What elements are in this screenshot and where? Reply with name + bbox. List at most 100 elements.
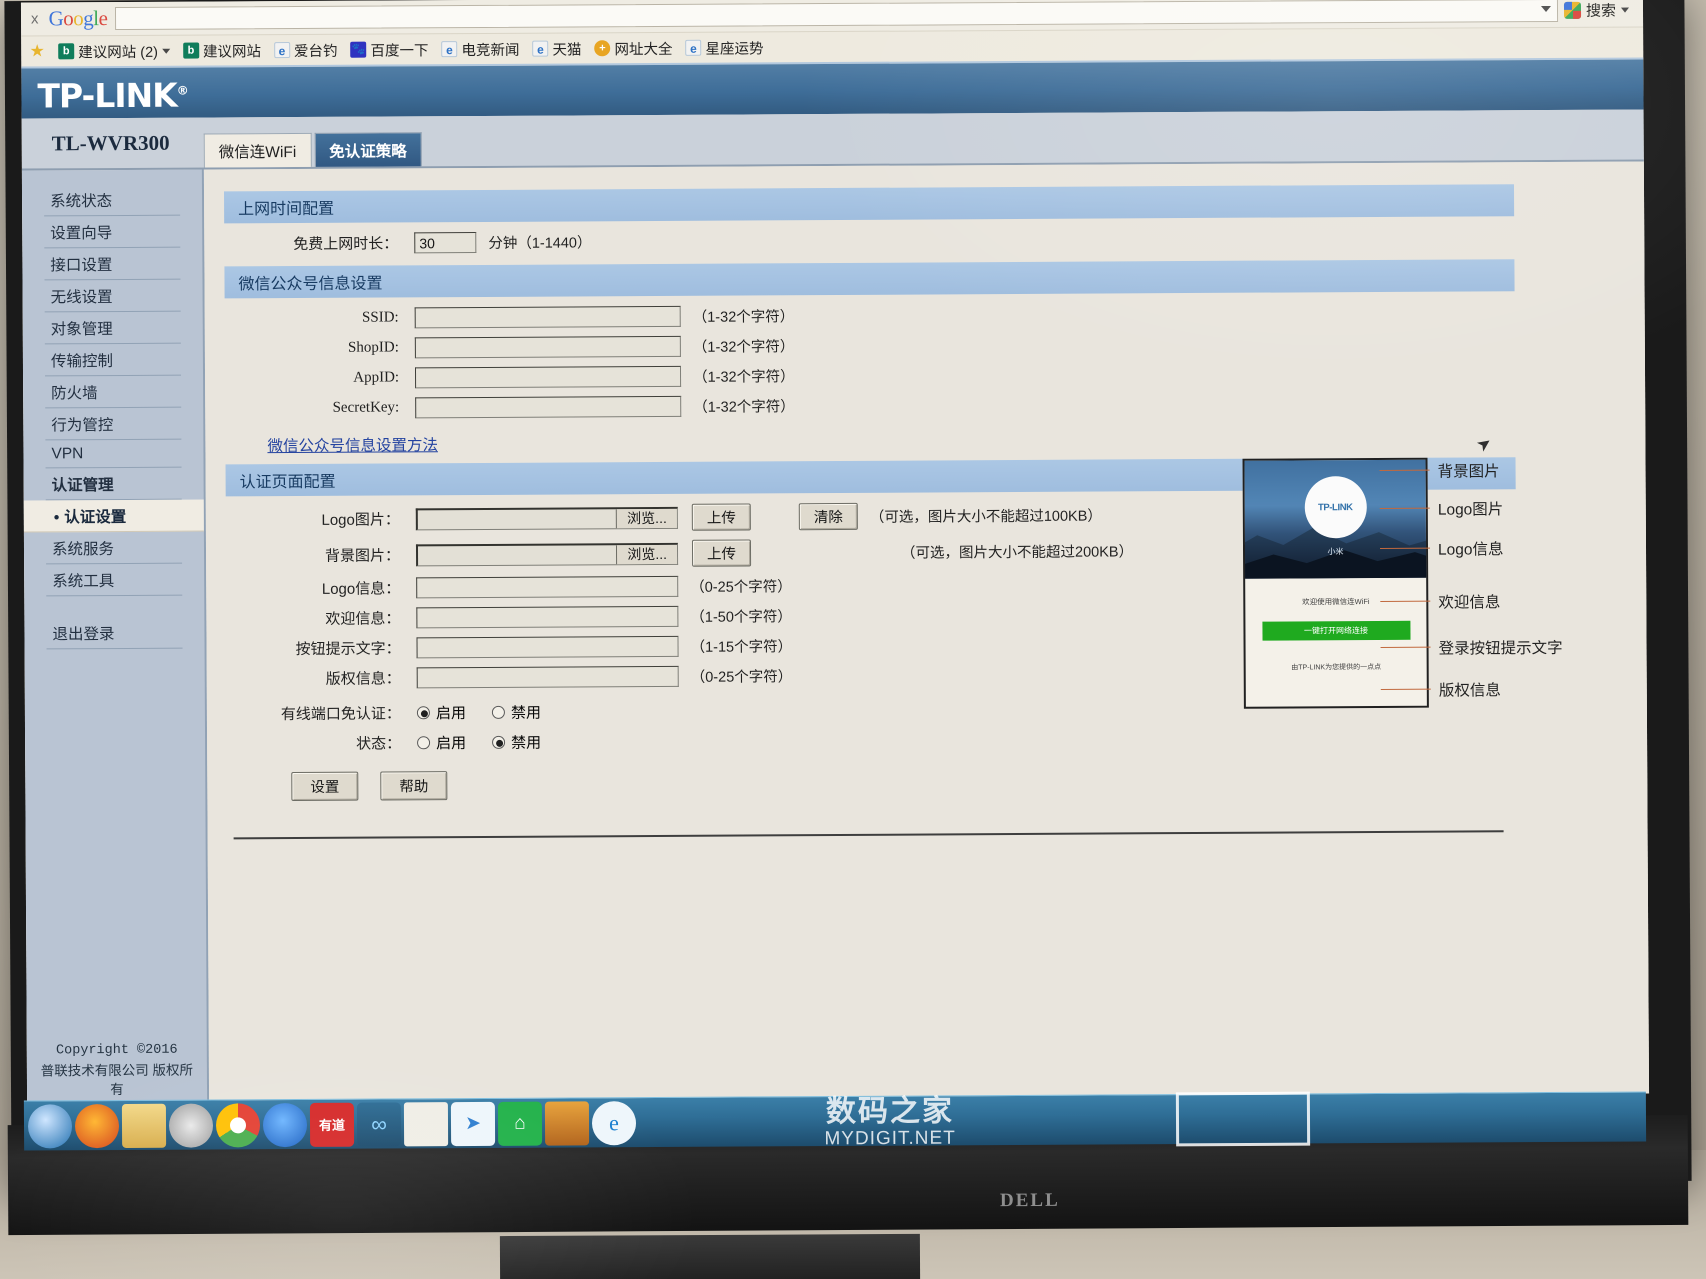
status-enable-label: 启用 xyxy=(436,735,467,753)
sidebar-item-transmission-control[interactable]: 传输控制 xyxy=(44,343,182,377)
wired-free-auth-label: 有线端口免认证： xyxy=(280,705,401,724)
clear-button[interactable]: 清除 xyxy=(798,502,858,531)
sidebar-item-system-tools[interactable]: 系统工具 xyxy=(46,563,183,597)
appid-input[interactable] xyxy=(414,365,682,389)
document-icon[interactable] xyxy=(403,1101,449,1146)
bird-icon[interactable]: ➤ xyxy=(450,1101,496,1146)
watermark-cn: 数码之家 xyxy=(825,1094,955,1129)
sidebar-item-wireless-settings[interactable]: 无线设置 xyxy=(44,279,181,313)
submit-button[interactable]: 设置 xyxy=(291,771,359,802)
form-row-appid: AppID: （1-32个字符） xyxy=(225,361,1625,390)
sidebar-item-behavior-control[interactable]: 行为管控 xyxy=(45,407,182,441)
ssid-input[interactable] xyxy=(414,305,681,329)
close-icon[interactable]: x xyxy=(31,10,39,27)
logo-info-input[interactable] xyxy=(416,575,679,599)
preview-logo-image: TP-LINK xyxy=(1304,476,1367,539)
snip-icon[interactable] xyxy=(168,1102,214,1148)
star-icon[interactable]: ★ xyxy=(29,41,45,60)
appid-label: AppID: xyxy=(353,369,400,386)
sidebar-item-system-status[interactable]: 系统状态 xyxy=(43,183,181,217)
house-icon[interactable]: ⌂ xyxy=(497,1101,543,1146)
wired-disable-radio[interactable]: 禁用 xyxy=(491,702,541,723)
bookmark-item[interactable]: 🐾 百度一下 xyxy=(350,39,429,60)
free-duration-input[interactable] xyxy=(414,231,477,254)
status-disable-radio[interactable]: 禁用 xyxy=(492,732,541,753)
ie-icon: e xyxy=(685,39,702,56)
watermark: 数码之家 MYDIGIT.NET xyxy=(760,1085,1020,1150)
blue-drop-icon[interactable] xyxy=(262,1102,308,1147)
sidebar-item-vpn[interactable]: VPN xyxy=(45,439,182,469)
preview-background-image: TP-LINK 小米 xyxy=(1244,459,1427,579)
tab-list: 微信连WiFi 免认证策略 xyxy=(203,132,425,168)
annotation-welcome-info: 欢迎信息 xyxy=(1438,590,1500,612)
status-enable-radio[interactable]: 启用 xyxy=(417,732,466,753)
chevron-down-icon[interactable] xyxy=(1620,7,1630,13)
shopid-hint: （1-32个字符） xyxy=(692,339,795,356)
sidebar-item-auth-management[interactable]: 认证管理 xyxy=(45,467,182,501)
wired-enable-radio[interactable]: 启用 xyxy=(416,702,466,723)
flower-icon[interactable]: ∞ xyxy=(356,1101,402,1147)
media-icon[interactable] xyxy=(544,1100,590,1146)
sidebar-item-object-management[interactable]: 对象管理 xyxy=(44,311,181,345)
welcome-info-input[interactable] xyxy=(416,605,679,629)
search-button-label: 搜索 xyxy=(1585,2,1617,20)
preview-annotations: 背景图片 Logo图片 Logo信息 欢迎信息 登录按钮提示文字 版权信息 xyxy=(1438,457,1629,708)
search-button[interactable]: 搜索 xyxy=(1563,0,1637,21)
sidebar-item-auth-settings[interactable]: 认证设置 xyxy=(23,499,204,533)
button-text-input[interactable] xyxy=(416,635,679,659)
logo-browse-button[interactable]: 浏览... xyxy=(616,508,677,528)
bookmark-item[interactable]: + 网址大全 xyxy=(594,37,673,58)
chevron-down-icon[interactable] xyxy=(161,48,170,54)
start-icon[interactable] xyxy=(27,1103,73,1149)
bing-icon: b xyxy=(58,43,75,60)
bg-browse-button[interactable]: 浏览... xyxy=(616,544,678,564)
logo-image-label: Logo图片： xyxy=(321,511,400,529)
bg-size-hint: （可选，图片大小不能超过200KB） xyxy=(900,544,1134,562)
search-input[interactable] xyxy=(115,0,1559,31)
bookmark-item[interactable]: b 建议网站 xyxy=(182,40,261,61)
tab-wechat-wifi[interactable]: 微信连WiFi xyxy=(203,132,312,168)
sidebar-item-setup-wizard[interactable]: 设置向导 xyxy=(44,215,181,249)
bookmark-label: 电竞新闻 xyxy=(461,42,520,59)
chrome-icon[interactable] xyxy=(215,1102,261,1147)
main-content: 上网时间配置 免费上网时长： 分钟（1-1440） 微信公众号信息设置 SSID… xyxy=(203,161,1650,1103)
annotation-background-image: 背景图片 xyxy=(1438,459,1500,481)
wechat-help-link[interactable]: 微信公众号信息设置方法 xyxy=(267,433,438,456)
logo-file-input[interactable]: 浏览... xyxy=(415,506,678,530)
shopid-input[interactable] xyxy=(414,335,681,359)
chevron-down-icon[interactable] xyxy=(1540,5,1552,13)
bookmark-label: 建议网站 (2) xyxy=(78,44,159,61)
bing-icon: b xyxy=(182,42,200,59)
logo-upload-button[interactable]: 上传 xyxy=(691,503,751,531)
form-row-secretkey: SecretKey: （1-32个字符） xyxy=(225,391,1625,420)
bookmark-item[interactable]: e 电竞新闻 xyxy=(441,38,520,59)
help-button[interactable]: 帮助 xyxy=(380,771,448,801)
copyright-line-2: 普联技术有限公司 版权所 xyxy=(40,1062,194,1079)
monitor-brand-label: DELL xyxy=(999,1189,1060,1212)
copyright-info-hint: （0-25个字符） xyxy=(690,669,793,686)
secretkey-hint: （1-32个字符） xyxy=(693,399,795,416)
explorer-icon[interactable] xyxy=(121,1103,167,1148)
copyright-info-input[interactable] xyxy=(416,665,679,689)
bg-upload-button[interactable]: 上传 xyxy=(691,539,752,567)
form-row-free-duration: 免费上网时长： 分钟（1-1440） xyxy=(224,226,1624,255)
sidebar-item-interface-settings[interactable]: 接口设置 xyxy=(44,247,181,281)
youdao-icon[interactable]: 有道 xyxy=(309,1102,355,1147)
divider xyxy=(233,830,1504,840)
tab-free-auth-policy[interactable]: 免认证策略 xyxy=(314,132,422,167)
firefox-icon[interactable] xyxy=(74,1103,120,1148)
bookmark-item[interactable]: e 星座运势 xyxy=(685,37,764,58)
secretkey-input[interactable] xyxy=(415,395,682,419)
free-duration-label: 免费上网时长： xyxy=(293,235,399,254)
sidebar-item-firewall[interactable]: 防火墙 xyxy=(45,375,182,409)
ie-icon[interactable]: e xyxy=(591,1100,637,1145)
sidebar-item-system-service[interactable]: 系统服务 xyxy=(45,531,183,565)
bg-file-input[interactable]: 浏览... xyxy=(415,542,679,566)
button-text-hint: （1-15个字符） xyxy=(690,639,793,656)
bookmark-item[interactable]: b 建议网站 (2) xyxy=(58,40,170,62)
watermark-en: MYDIGIT.NET xyxy=(824,1127,956,1150)
sidebar-item-logout[interactable]: 退出登录 xyxy=(46,617,183,650)
bookmark-item[interactable]: e 爱台钓 xyxy=(273,39,338,60)
bookmark-item[interactable]: e 天猫 xyxy=(532,38,582,59)
tplink-logo-text: TP-LINK xyxy=(37,75,177,116)
